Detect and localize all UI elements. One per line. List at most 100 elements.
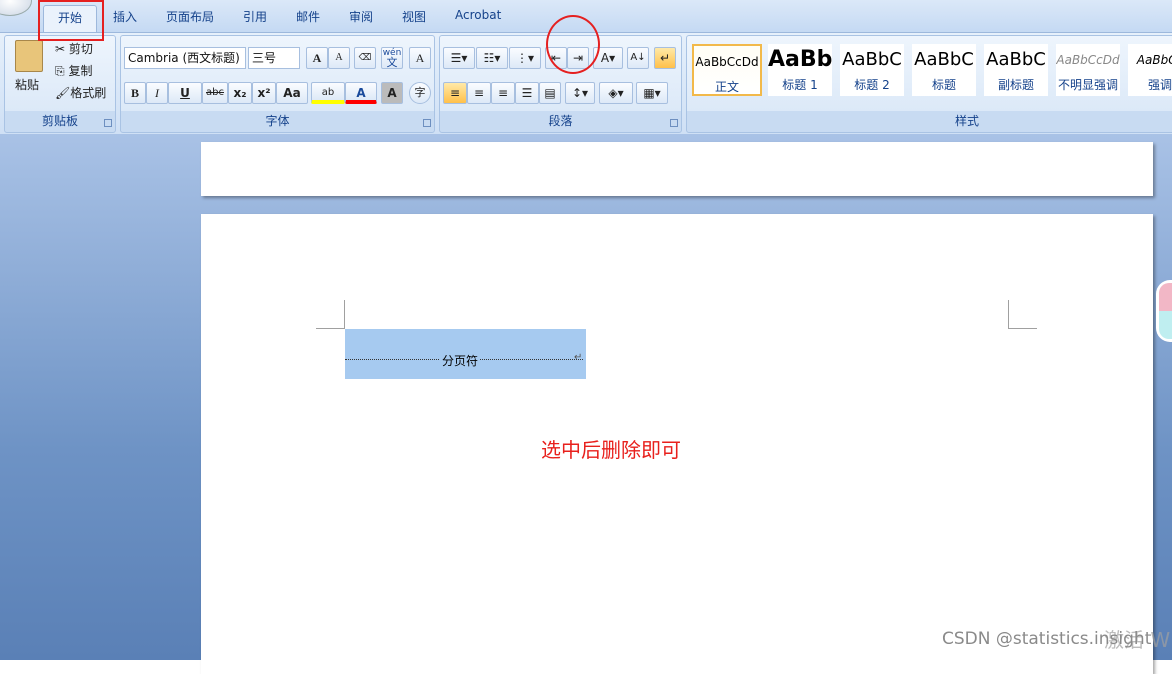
tab-references[interactable]: 引用 bbox=[243, 8, 267, 25]
change-case-button[interactable]: Aa bbox=[276, 82, 308, 104]
italic-button[interactable]: I bbox=[146, 82, 168, 104]
justify-button[interactable]: ☰ bbox=[515, 82, 539, 104]
style-name: 副标题 bbox=[997, 78, 1034, 92]
annotation-circle bbox=[546, 15, 600, 74]
bullets-icon: ☰▾ bbox=[450, 51, 468, 65]
format-painter-button[interactable]: 🖌格式刷 bbox=[55, 84, 106, 101]
cut-label: 剪切 bbox=[68, 42, 93, 56]
style-emphasis[interactable]: AaBbCc 强调 bbox=[1128, 44, 1172, 96]
style-subtle-emphasis[interactable]: AaBbCcDd 不明显强调 bbox=[1056, 44, 1120, 96]
shrink-font-button[interactable]: A bbox=[328, 47, 350, 69]
underline-button[interactable]: U bbox=[168, 82, 202, 104]
asian-layout-icon: A▾ bbox=[600, 51, 616, 65]
tab-review[interactable]: 审阅 bbox=[349, 8, 373, 25]
csdn-watermark: CSDN @statistics.insight bbox=[942, 629, 1152, 649]
shading-button[interactable]: ◈▾ bbox=[599, 82, 633, 104]
multilevel-list-button[interactable]: ⋮▾ bbox=[509, 47, 541, 69]
style-preview: AaBbCcDd bbox=[1056, 53, 1120, 67]
align-center-icon: ≡ bbox=[473, 86, 485, 100]
align-center-button[interactable]: ≡ bbox=[467, 82, 491, 104]
style-subtitle[interactable]: AaBbC 副标题 bbox=[984, 44, 1048, 96]
page-break-label: 分页符 bbox=[440, 352, 481, 369]
tab-acrobat[interactable]: Acrobat bbox=[455, 8, 501, 22]
multilevel-icon: ⋮▾ bbox=[515, 51, 535, 65]
style-heading-2[interactable]: AaBbC 标题 2 bbox=[840, 44, 904, 96]
paste-button[interactable]: 粘贴 bbox=[15, 76, 39, 93]
format-painter-label: 格式刷 bbox=[70, 86, 107, 100]
clipboard-launcher-icon[interactable] bbox=[104, 119, 112, 127]
subscript-button[interactable]: x₂ bbox=[228, 82, 252, 104]
enclose-char-button[interactable]: 字 bbox=[409, 82, 431, 104]
numbering-icon: ☷▾ bbox=[483, 51, 501, 65]
style-preview: AaBbC bbox=[986, 49, 1046, 70]
grow-font-button[interactable]: A bbox=[306, 47, 328, 69]
style-name: 标题 bbox=[931, 78, 956, 92]
tab-insert[interactable]: 插入 bbox=[113, 8, 137, 25]
distribute-icon: ▤ bbox=[544, 86, 556, 100]
annotation-box bbox=[38, 0, 104, 41]
style-name: 不明显强调 bbox=[1057, 78, 1118, 92]
phonetic-guide-button[interactable]: wén 文 bbox=[381, 47, 403, 69]
bold-button[interactable]: B bbox=[124, 82, 146, 104]
show-marks-button[interactable]: ↵ bbox=[654, 47, 676, 69]
numbering-button[interactable]: ☷▾ bbox=[476, 47, 508, 69]
previous-page[interactable] bbox=[201, 142, 1153, 196]
styles-group: AaBbCcDd 正文 AaBb 标题 1 AaBbC 标题 2 AaBbC 标题 Aa… bbox=[686, 35, 1172, 133]
align-left-icon: ≡ bbox=[449, 86, 461, 100]
font-size-combo[interactable]: 三号 bbox=[248, 47, 300, 69]
style-name: 强调 bbox=[1147, 78, 1172, 92]
paragraph-mark-icon: ↵ bbox=[574, 352, 583, 363]
strikethrough-button[interactable]: abc bbox=[202, 82, 228, 104]
superscript-button[interactable]: x² bbox=[252, 82, 276, 104]
copy-label: 复制 bbox=[68, 64, 93, 78]
font-launcher-icon[interactable] bbox=[423, 119, 431, 127]
copy-icon: ⎘ bbox=[55, 64, 65, 78]
paragraph-launcher-icon[interactable] bbox=[670, 119, 678, 127]
style-preview: AaBbCc bbox=[1136, 53, 1172, 67]
tab-mailings[interactable]: 邮件 bbox=[296, 8, 320, 25]
style-preview: AaBb bbox=[768, 47, 832, 72]
clear-format-button[interactable]: ⌫ bbox=[354, 47, 376, 69]
sort-icon: A↓ bbox=[630, 52, 646, 63]
justify-icon: ☰ bbox=[521, 86, 533, 100]
style-name: 标题 2 bbox=[854, 78, 890, 92]
office-button[interactable] bbox=[0, 0, 32, 16]
phonetic-char: 文 bbox=[386, 56, 398, 69]
bullets-button[interactable]: ☰▾ bbox=[443, 47, 475, 69]
margin-corner-right bbox=[1008, 300, 1037, 329]
font-label: 字体 bbox=[265, 114, 290, 128]
copy-button[interactable]: ⎘ 复制 bbox=[55, 62, 92, 79]
floating-widget[interactable] bbox=[1156, 280, 1172, 342]
font-group: Cambria (西文标题) 三号 A A ⌫ wén 文 A B I U abc… bbox=[120, 35, 435, 133]
paste-icon[interactable] bbox=[15, 40, 43, 72]
style-normal[interactable]: AaBbCcDd 正文 bbox=[692, 44, 762, 96]
clipboard-label: 剪贴板 bbox=[41, 114, 78, 128]
style-preview: AaBbCcDd bbox=[695, 55, 759, 69]
style-name: 标题 1 bbox=[782, 78, 818, 92]
borders-icon: ▦▾ bbox=[643, 86, 661, 100]
char-border-button[interactable]: A bbox=[409, 47, 431, 69]
annotation-note: 选中后删除即可 bbox=[541, 438, 681, 462]
align-right-button[interactable]: ≡ bbox=[491, 82, 515, 104]
tab-view[interactable]: 视图 bbox=[402, 8, 426, 25]
style-title[interactable]: AaBbC 标题 bbox=[912, 44, 976, 96]
margin-corner-left bbox=[316, 300, 345, 329]
tab-page-layout[interactable]: 页面布局 bbox=[166, 8, 214, 25]
font-color-button[interactable]: A bbox=[345, 82, 377, 104]
style-preview: AaBbC bbox=[914, 49, 974, 70]
clipboard-group: 粘贴 ✂ 剪切 ⎘ 复制 🖌格式刷 剪贴板 bbox=[4, 35, 116, 133]
cut-button[interactable]: ✂ 剪切 bbox=[55, 40, 93, 57]
paint-bucket-icon: ◈▾ bbox=[608, 86, 624, 100]
sort-button[interactable]: A↓ bbox=[627, 47, 649, 69]
highlight-button[interactable]: ab bbox=[311, 82, 345, 104]
distribute-button[interactable]: ▤ bbox=[539, 82, 561, 104]
styles-label: 样式 bbox=[954, 114, 979, 128]
font-name-combo[interactable]: Cambria (西文标题) bbox=[124, 47, 246, 69]
style-heading-1[interactable]: AaBb 标题 1 bbox=[768, 44, 832, 96]
paragraph-mark-icon: ↵ bbox=[659, 51, 671, 65]
line-spacing-button[interactable]: ↕▾ bbox=[565, 82, 595, 104]
char-shading-button[interactable]: A bbox=[381, 82, 403, 104]
eraser-icon: ⌫ bbox=[358, 53, 372, 63]
align-left-button[interactable]: ≡ bbox=[443, 82, 467, 104]
borders-button[interactable]: ▦▾ bbox=[636, 82, 668, 104]
